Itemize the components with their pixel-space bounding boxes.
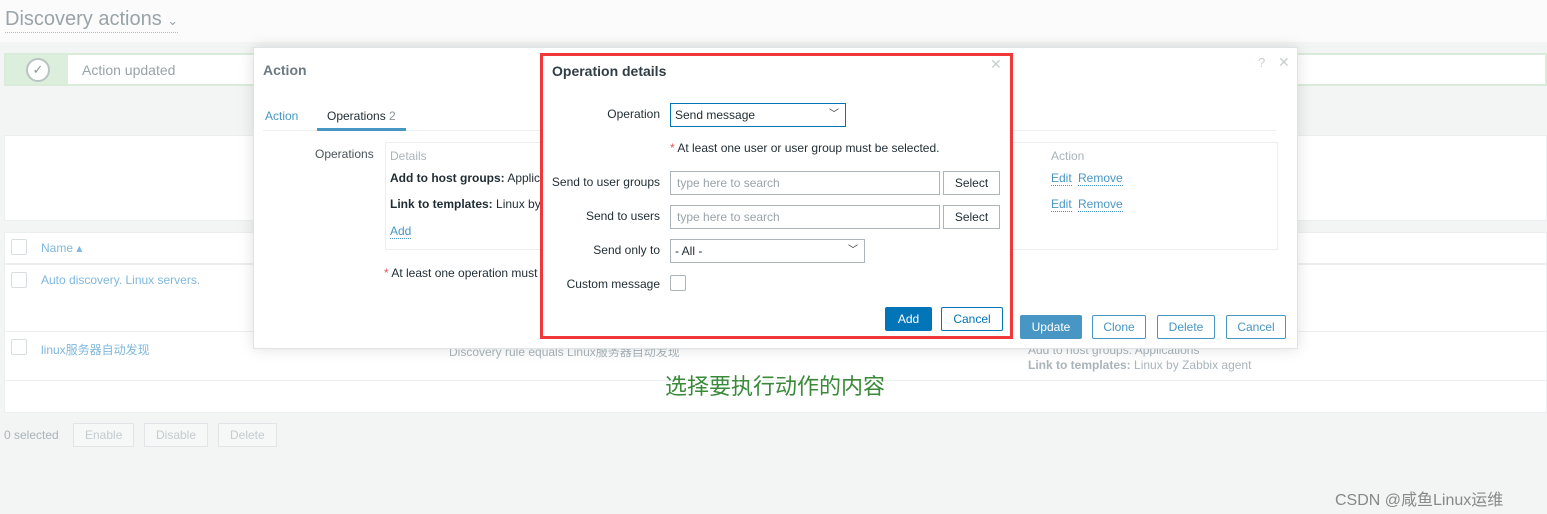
operation-select[interactable]: Send message ﹀	[670, 103, 846, 127]
close-icon[interactable]: ✕	[990, 56, 1002, 73]
cancel-button[interactable]: Cancel	[1226, 315, 1286, 339]
annotation-text: 选择要执行动作的内容	[665, 374, 886, 399]
send-only-to-select[interactable]: - All - ﹀	[670, 239, 865, 263]
user-groups-input[interactable]: type here to search	[670, 171, 940, 195]
custom-message-checkbox[interactable]	[670, 275, 686, 291]
help-icon[interactable]: ?	[1258, 55, 1265, 70]
delete-button[interactable]: Delete	[1157, 315, 1215, 339]
tab-operations[interactable]: Operations 2	[317, 103, 406, 131]
chevron-down-icon: ⌄	[167, 13, 179, 28]
tab-action[interactable]: Action	[265, 109, 298, 123]
cancel-button[interactable]: Cancel	[941, 307, 1003, 331]
clone-button[interactable]: Clone	[1092, 315, 1146, 339]
page-header	[0, 0, 1547, 42]
edit-link[interactable]: Edit	[1051, 171, 1072, 186]
sort-by-name[interactable]: Name ▴	[41, 241, 82, 255]
enable-button[interactable]: Enable	[73, 423, 135, 447]
select-all-checkbox[interactable]	[11, 239, 27, 255]
chevron-down-icon: ﹀	[848, 245, 858, 256]
edit-link[interactable]: Edit	[1051, 197, 1072, 212]
table-row-name[interactable]: Auto discovery. Linux servers.	[41, 273, 200, 287]
row-checkbox[interactable]	[11, 272, 27, 288]
delete-button[interactable]: Delete	[218, 423, 277, 447]
add-operation-link[interactable]: Add	[390, 224, 412, 239]
operation-details-dialog: Operation details ✕ Operation Send messa…	[540, 53, 1013, 339]
check-circle-icon: ✓	[26, 58, 50, 82]
remove-link[interactable]: Remove	[1078, 197, 1123, 212]
watermark: CSDN @咸鱼Linux运维	[1335, 492, 1504, 509]
page-title-dropdown[interactable]: Discovery actions ⌄	[5, 8, 179, 33]
users-input[interactable]: type here to search	[670, 205, 940, 229]
select-users-button[interactable]: Select	[943, 205, 1000, 229]
chevron-down-icon: ﹀	[829, 109, 839, 120]
table-row-name[interactable]: linux服务器自动发现	[41, 341, 150, 358]
remove-link[interactable]: Remove	[1078, 171, 1123, 186]
disable-button[interactable]: Disable	[144, 423, 209, 447]
add-button[interactable]: Add	[885, 307, 932, 331]
select-user-groups-button[interactable]: Select	[943, 171, 1000, 195]
update-button[interactable]: Update	[1020, 315, 1082, 339]
row-checkbox[interactable]	[11, 339, 27, 355]
close-icon[interactable]: ✕	[1278, 54, 1290, 71]
